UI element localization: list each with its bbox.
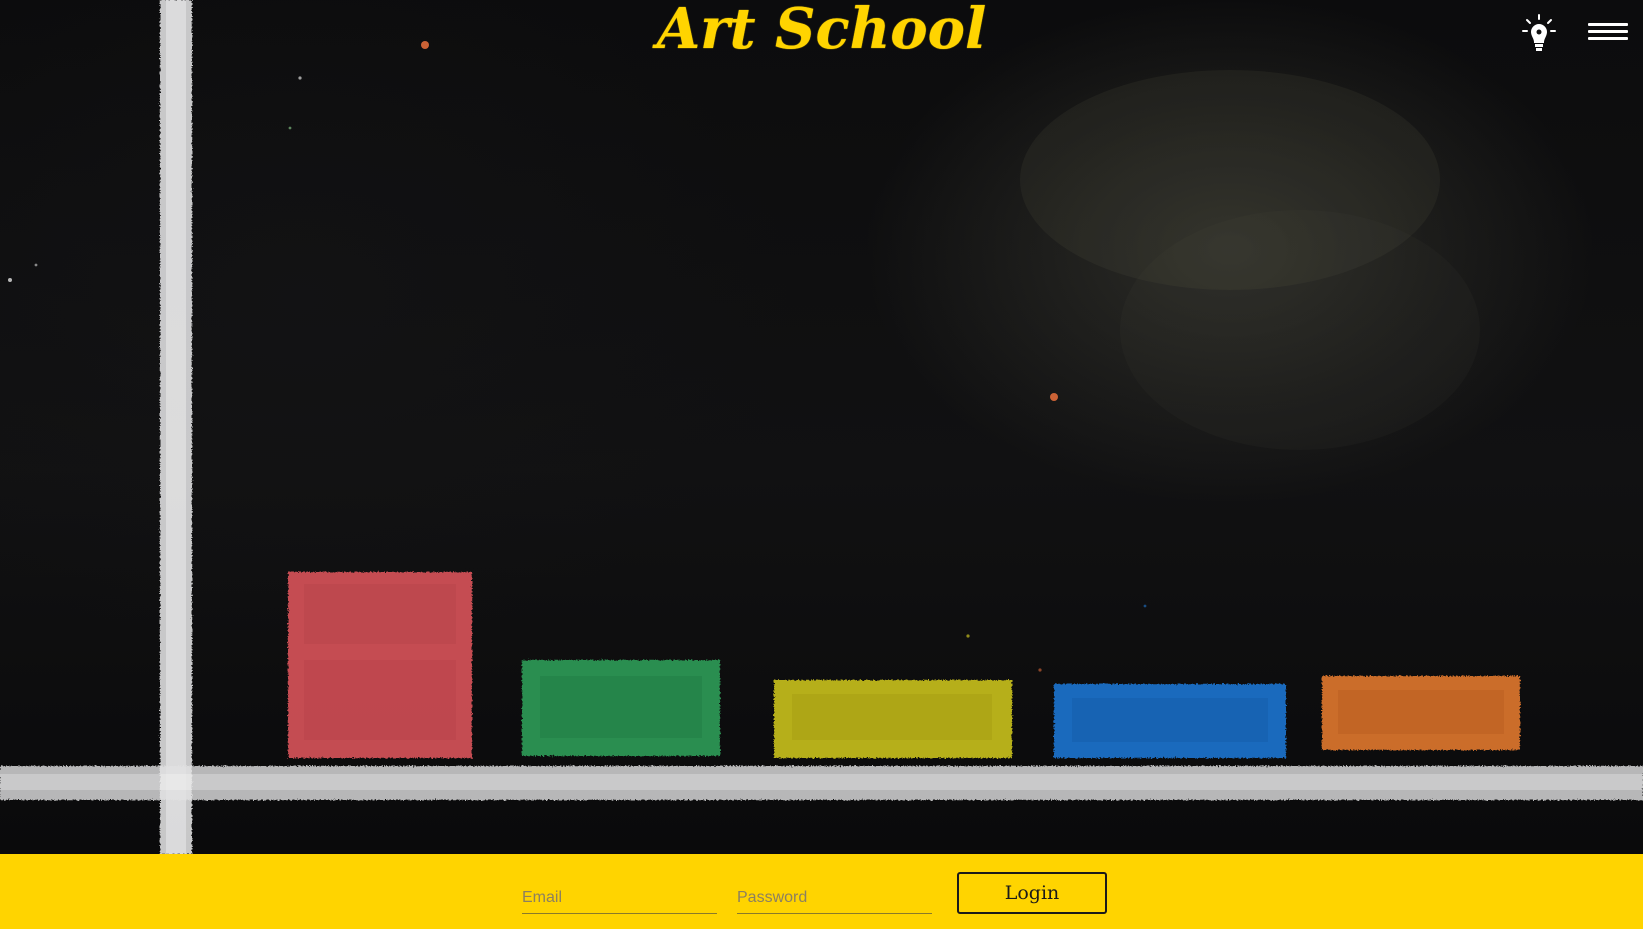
email-field[interactable]: [522, 884, 717, 914]
hamburger-menu-icon[interactable]: [1588, 22, 1630, 44]
login-bar: Login: [0, 854, 1643, 929]
chalkboard-hero: Art School: [0, 0, 1643, 854]
lightbulb-icon[interactable]: [1522, 14, 1556, 54]
chalk-drawing: [0, 0, 1643, 854]
login-button[interactable]: Login: [957, 872, 1107, 914]
lightbulb-icon-svg: [1522, 14, 1556, 51]
menu-bar-3: [1588, 36, 1628, 40]
site-title: Art School: [656, 0, 987, 62]
menu-bar-1: [1588, 22, 1628, 26]
menu-bar-2: [1588, 29, 1628, 33]
page: Art School Email Login: [0, 0, 1643, 929]
password-field[interactable]: [737, 884, 932, 914]
